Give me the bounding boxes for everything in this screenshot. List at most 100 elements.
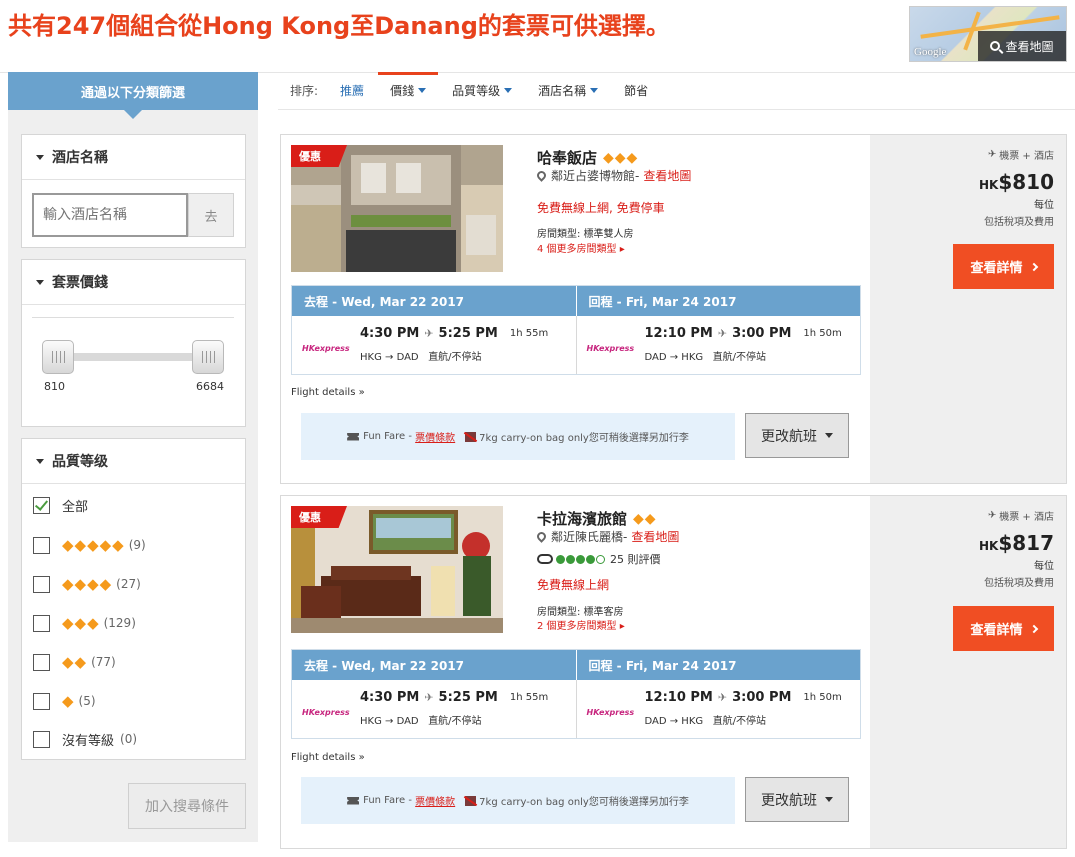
checkbox[interactable]	[33, 536, 50, 554]
fare-terms-link[interactable]: 票價條款	[415, 429, 455, 444]
checkbox[interactable]	[33, 575, 50, 593]
add-search-criteria-button[interactable]: 加入搜尋條件	[128, 783, 246, 829]
view-map-button[interactable]: 查看地圖	[978, 31, 1066, 61]
rating-option-5[interactable]: ◆◆◆◆◆ (9)	[33, 535, 146, 555]
outbound-header: 去程 - Wed, Mar 22 2017	[292, 286, 577, 316]
hotel-location: 鄰近占婆博物館 - 查看地圖	[535, 167, 691, 184]
per-person: 每位	[1034, 561, 1054, 572]
return-header: 回程 - Fri, Mar 24 2017	[588, 658, 737, 673]
checkbox[interactable]	[33, 692, 50, 710]
caret-down-icon	[36, 279, 44, 285]
flight-table: 去程 - Wed, Mar 22 2017 回程 - Fri, Mar 24 2…	[291, 285, 861, 375]
ticket-icon	[347, 432, 360, 441]
search-icon	[990, 41, 1001, 51]
ticket-icon	[347, 796, 360, 805]
rating-option-all[interactable]: 全部	[33, 495, 88, 515]
amenities: 免費無線上網	[537, 578, 610, 592]
change-flight-button[interactable]: 更改航班	[745, 777, 849, 822]
airline-logo: HKexpress	[302, 708, 350, 717]
view-map-link[interactable]: 查看地圖	[643, 167, 691, 184]
price-min-label: 810	[44, 380, 65, 393]
rating-option-1[interactable]: ◆ (5)	[33, 691, 96, 711]
hotel-name-filter-title[interactable]: 酒店名稱	[22, 135, 245, 180]
diamond-rating-icon: ◆◆◆	[603, 149, 639, 166]
caret-down-icon	[825, 433, 833, 438]
chevron-right-icon	[1029, 624, 1038, 633]
return-flight: HKexpress 12:10 PM ✈ 3:00 PM 1h 50m DAD → H…	[586, 326, 842, 363]
airline-logo: HKexpress	[586, 344, 635, 353]
sort-savings[interactable]: 節省	[624, 72, 648, 110]
flight-details-link[interactable]: Flight details »	[291, 387, 365, 398]
fare-info: Fun Fare - 票價條款 7kg carry-on bag only您可稍…	[301, 413, 735, 460]
caret-down-icon	[825, 797, 833, 802]
diamond-rating-icon: ◆◆	[62, 653, 88, 671]
sort-label: 排序:	[290, 84, 319, 98]
diamond-rating-icon: ◆◆◆	[62, 614, 100, 632]
caret-down-icon	[36, 458, 44, 464]
outbound-header: 去程 - Wed, Mar 22 2017	[292, 650, 577, 680]
change-flight-button[interactable]: 更改航班	[745, 413, 849, 458]
airline-logo: HKexpress	[586, 708, 635, 717]
rating-option-4[interactable]: ◆◆◆◆ (27)	[33, 574, 141, 594]
price-filter-title[interactable]: 套票價錢	[22, 260, 245, 305]
room-type: 房間類型: 標準雙人房	[537, 229, 634, 240]
tripadvisor-owl-icon	[537, 554, 553, 564]
google-logo: Google	[914, 46, 947, 58]
checkbox[interactable]	[33, 653, 50, 671]
more-room-types-link[interactable]: 2 個更多房間類型 ▸	[537, 617, 625, 632]
sort-hotel-name[interactable]: 酒店名稱	[538, 72, 599, 110]
no-bag-icon	[465, 431, 477, 442]
caret-down-icon	[590, 88, 599, 93]
price-slider-min-handle[interactable]	[42, 340, 74, 374]
rating-option-3[interactable]: ◆◆◆ (129)	[33, 613, 136, 633]
package-card: 優惠 哈奉飯店 ◆◆◆ 鄰近占婆博物館 - 查看地圖 免費無線上網, 免費停車 房…	[280, 134, 1067, 484]
hotel-name-input[interactable]	[32, 193, 188, 237]
fare-info: Fun Fare - 票價條款 7kg carry-on bag only您可稍…	[301, 777, 735, 824]
caret-down-icon	[504, 88, 513, 93]
room-type: 房間類型: 標準客房	[537, 607, 624, 618]
deal-badge: 優惠	[291, 506, 347, 528]
fare-terms-link[interactable]: 票價條款	[415, 793, 455, 808]
chevron-right-icon	[1029, 262, 1038, 271]
diamond-rating-icon: ◆	[62, 692, 75, 710]
tax-note: 包括稅項及費用	[984, 578, 1054, 589]
hotel-name-filter: 酒店名稱 去	[21, 134, 246, 248]
location-pin-icon	[535, 530, 548, 543]
tripadvisor-rating[interactable]: 25 則評價	[537, 551, 661, 567]
sort-rating[interactable]: 品質等级	[452, 72, 513, 110]
sort-price[interactable]: 價錢	[378, 71, 439, 110]
hotel-photo[interactable]: 優惠	[291, 145, 503, 272]
rating-option-none[interactable]: 沒有等級 (0)	[33, 729, 137, 749]
filter-sidebar: 通過以下分類篩選 酒店名稱 去 套票價錢 810 6684 品質等级 全部	[8, 72, 258, 842]
rating-option-2[interactable]: ◆◆ (77)	[33, 652, 116, 672]
flight-table: 去程 - Wed, Mar 22 2017 回程 - Fri, Mar 24 2…	[291, 649, 861, 739]
hotel-name-go-button[interactable]: 去	[188, 193, 234, 237]
hotel-photo[interactable]: 優惠	[291, 506, 503, 633]
price-slider-track[interactable]	[54, 353, 214, 361]
price-summary: ✈ 機票 + 酒店 HK$810 每位 包括稅項及費用	[979, 147, 1054, 228]
sort-recommended[interactable]: 推薦	[340, 72, 364, 110]
rating-filter-title[interactable]: 品質等级	[22, 439, 245, 484]
checkbox[interactable]	[33, 730, 50, 748]
airline-logo: HKexpress	[302, 344, 350, 353]
price: HK$817	[978, 531, 1054, 555]
sort-bar: 排序: 推薦 價錢 品質等级 酒店名稱 節省	[278, 71, 1075, 110]
view-map-link[interactable]: 查看地圖	[631, 528, 679, 545]
diamond-rating-icon: ◆◆◆◆	[62, 575, 113, 593]
more-room-types-link[interactable]: 4 個更多房間類型 ▸	[537, 240, 625, 255]
flight-details-link[interactable]: Flight details »	[291, 752, 365, 763]
outbound-flight: HKexpress 4:30 PM ✈ 5:25 PM 1h 55m HKG → DA…	[292, 316, 577, 374]
hotel-name[interactable]: 卡拉海濱旅館 ◆◆	[537, 508, 661, 529]
view-details-button[interactable]: 查看詳情	[953, 244, 1054, 289]
checkbox-checked[interactable]	[33, 496, 50, 514]
price-slider-max-handle[interactable]	[192, 340, 224, 374]
return-header: 回程 - Fri, Mar 24 2017	[588, 294, 737, 309]
plane-icon: ✈	[717, 691, 728, 704]
caret-down-icon	[36, 154, 44, 160]
map-preview[interactable]: Google 查看地圖	[909, 6, 1067, 62]
location-pin-icon	[535, 169, 548, 182]
rating-bubble-icon	[556, 554, 565, 564]
checkbox[interactable]	[33, 614, 50, 632]
view-details-button[interactable]: 查看詳情	[953, 606, 1054, 651]
hotel-name[interactable]: 哈奉飯店 ◆◆◆	[537, 147, 642, 168]
